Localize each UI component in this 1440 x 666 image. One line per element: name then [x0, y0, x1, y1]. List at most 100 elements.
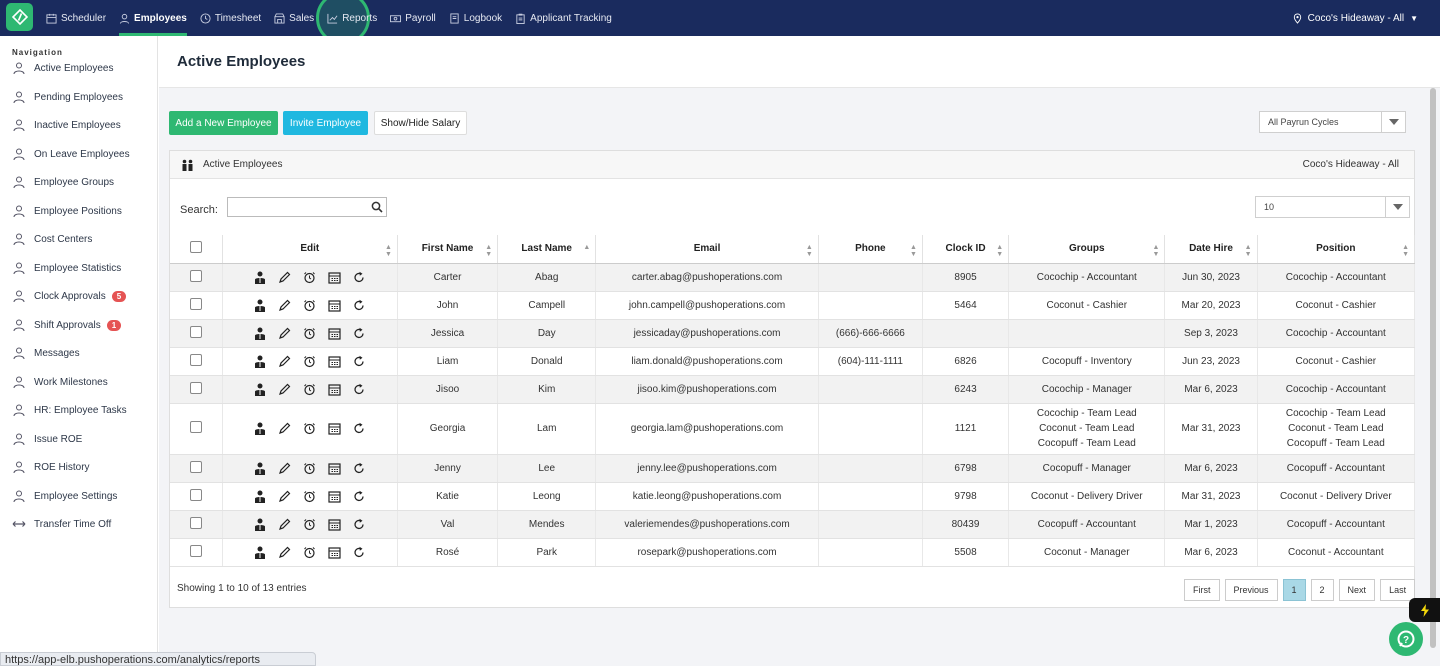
pager-last-button[interactable]: Last — [1380, 579, 1416, 601]
sidebar-item-clock-approvals[interactable]: Clock Approvals 5 — [12, 287, 127, 305]
calendar-icon[interactable] — [328, 355, 341, 368]
pencil-edit-icon[interactable] — [278, 490, 291, 503]
sidebar-item-transfer-time-off[interactable]: Transfer Time Off — [12, 515, 111, 533]
alarm-clock-icon[interactable] — [303, 383, 316, 396]
column-header-phone[interactable]: Phone ▲ ▼ — [818, 235, 923, 264]
column-header-last-name[interactable]: Last Name ▲ — [497, 235, 597, 264]
nav-item-employees[interactable]: Employees — [119, 0, 187, 36]
column-header-position[interactable]: Position ▲ ▼ — [1257, 235, 1416, 264]
sidebar-item-active-employees[interactable]: Active Employees — [12, 59, 113, 77]
sidebar-item-roe-history[interactable]: ROE History — [12, 458, 90, 476]
pager-page-button[interactable]: 1 — [1282, 579, 1306, 601]
pager-next-button[interactable]: Next — [1338, 579, 1376, 601]
pencil-edit-icon[interactable] — [278, 546, 291, 559]
redo-icon[interactable] — [353, 490, 366, 503]
sidebar-item-inactive-employees[interactable]: Inactive Employees — [12, 116, 121, 134]
column-header-email[interactable]: Email ▲ ▼ — [595, 235, 819, 264]
location-selector[interactable]: Coco's Hideaway - All ▼ — [1292, 0, 1418, 36]
sidebar-item-employee-settings[interactable]: Employee Settings — [12, 487, 117, 505]
chat-help-icon[interactable]: ? — [1389, 622, 1423, 656]
redo-icon[interactable] — [353, 422, 366, 435]
row-checkbox[interactable] — [189, 381, 202, 394]
nav-item-sales[interactable]: Sales — [274, 0, 314, 36]
redo-icon[interactable] — [353, 271, 366, 284]
row-checkbox[interactable] — [189, 460, 202, 473]
row-checkbox[interactable] — [189, 269, 202, 282]
alarm-clock-icon[interactable] — [303, 271, 316, 284]
column-header-clock-id[interactable]: Clock ID ▲ ▼ — [922, 235, 1010, 264]
sidebar-item-work-milestones[interactable]: Work Milestones — [12, 373, 108, 391]
profile-icon[interactable] — [253, 355, 266, 368]
sidebar-item-employee-positions[interactable]: Employee Positions — [12, 202, 122, 220]
row-checkbox[interactable] — [189, 353, 202, 366]
profile-icon[interactable] — [253, 546, 266, 559]
row-checkbox[interactable] — [189, 516, 202, 529]
sidebar-item-on-leave-employees[interactable]: On Leave Employees — [12, 145, 130, 163]
row-checkbox[interactable] — [189, 544, 202, 557]
nav-item-payroll[interactable]: Payroll — [390, 0, 436, 36]
calendar-icon[interactable] — [328, 462, 341, 475]
redo-icon[interactable] — [353, 355, 366, 368]
add-employee-button[interactable]: Add a New Employee — [169, 111, 278, 135]
invite-employee-button[interactable]: Invite Employee — [283, 111, 368, 135]
pencil-edit-icon[interactable] — [278, 355, 291, 368]
page-size-select[interactable]: 10 — [1255, 196, 1410, 218]
show-hide-salary-button[interactable]: Show/Hide Salary — [374, 111, 467, 135]
profile-icon[interactable] — [253, 383, 266, 396]
payrun-cycle-select[interactable]: All Payrun Cycles — [1259, 111, 1406, 133]
alarm-clock-icon[interactable] — [303, 462, 316, 475]
alarm-clock-icon[interactable] — [303, 327, 316, 340]
row-checkbox[interactable] — [189, 325, 202, 338]
nav-item-scheduler[interactable]: Scheduler — [46, 0, 106, 36]
alarm-clock-icon[interactable] — [303, 422, 316, 435]
pager-page-button[interactable]: 2 — [1310, 579, 1334, 601]
calendar-icon[interactable] — [328, 299, 341, 312]
redo-icon[interactable] — [353, 299, 366, 312]
lightning-icon[interactable] — [1409, 598, 1440, 622]
profile-icon[interactable] — [253, 271, 266, 284]
pager-previous-button[interactable]: Previous — [1224, 579, 1278, 601]
app-logo-icon[interactable] — [6, 3, 33, 31]
redo-icon[interactable] — [353, 383, 366, 396]
column-header-edit[interactable]: Edit ▲ ▼ — [222, 235, 398, 264]
nav-item-applicant-tracking[interactable]: Applicant Tracking — [515, 0, 612, 36]
pencil-edit-icon[interactable] — [278, 271, 291, 284]
page-scrollbar[interactable] — [1428, 88, 1438, 648]
pencil-edit-icon[interactable] — [278, 383, 291, 396]
profile-icon[interactable] — [253, 462, 266, 475]
sidebar-item-issue-roe[interactable]: Issue ROE — [12, 430, 82, 448]
pager-first-button[interactable]: First — [1184, 579, 1220, 601]
sidebar-item-messages[interactable]: Messages — [12, 344, 80, 362]
profile-icon[interactable] — [253, 299, 266, 312]
calendar-icon[interactable] — [328, 518, 341, 531]
profile-icon[interactable] — [253, 518, 266, 531]
select-all-checkbox[interactable] — [189, 241, 202, 254]
calendar-icon[interactable] — [328, 422, 341, 435]
nav-item-timesheet[interactable]: Timesheet — [200, 0, 261, 36]
row-checkbox[interactable] — [189, 421, 202, 433]
row-checkbox[interactable] — [189, 297, 202, 310]
calendar-icon[interactable] — [328, 327, 341, 340]
profile-icon[interactable] — [253, 327, 266, 340]
nav-item-logbook[interactable]: Logbook — [449, 0, 502, 36]
alarm-clock-icon[interactable] — [303, 546, 316, 559]
sidebar-item-hr-employee-tasks[interactable]: HR: Employee Tasks — [12, 401, 127, 419]
search-input[interactable] — [227, 197, 387, 217]
column-header-groups[interactable]: Groups ▲ ▼ — [1008, 235, 1166, 264]
sidebar-item-employee-statistics[interactable]: Employee Statistics — [12, 259, 121, 277]
sidebar-item-pending-employees[interactable]: Pending Employees — [12, 88, 123, 106]
pencil-edit-icon[interactable] — [278, 299, 291, 312]
alarm-clock-icon[interactable] — [303, 299, 316, 312]
alarm-clock-icon[interactable] — [303, 518, 316, 531]
calendar-icon[interactable] — [328, 271, 341, 284]
redo-icon[interactable] — [353, 546, 366, 559]
redo-icon[interactable] — [353, 327, 366, 340]
calendar-icon[interactable] — [328, 383, 341, 396]
profile-icon[interactable] — [253, 490, 266, 503]
redo-icon[interactable] — [353, 462, 366, 475]
nav-item-reports[interactable]: Reports — [327, 0, 377, 36]
sidebar-item-employee-groups[interactable]: Employee Groups — [12, 173, 114, 191]
calendar-icon[interactable] — [328, 490, 341, 503]
alarm-clock-icon[interactable] — [303, 355, 316, 368]
pencil-edit-icon[interactable] — [278, 327, 291, 340]
